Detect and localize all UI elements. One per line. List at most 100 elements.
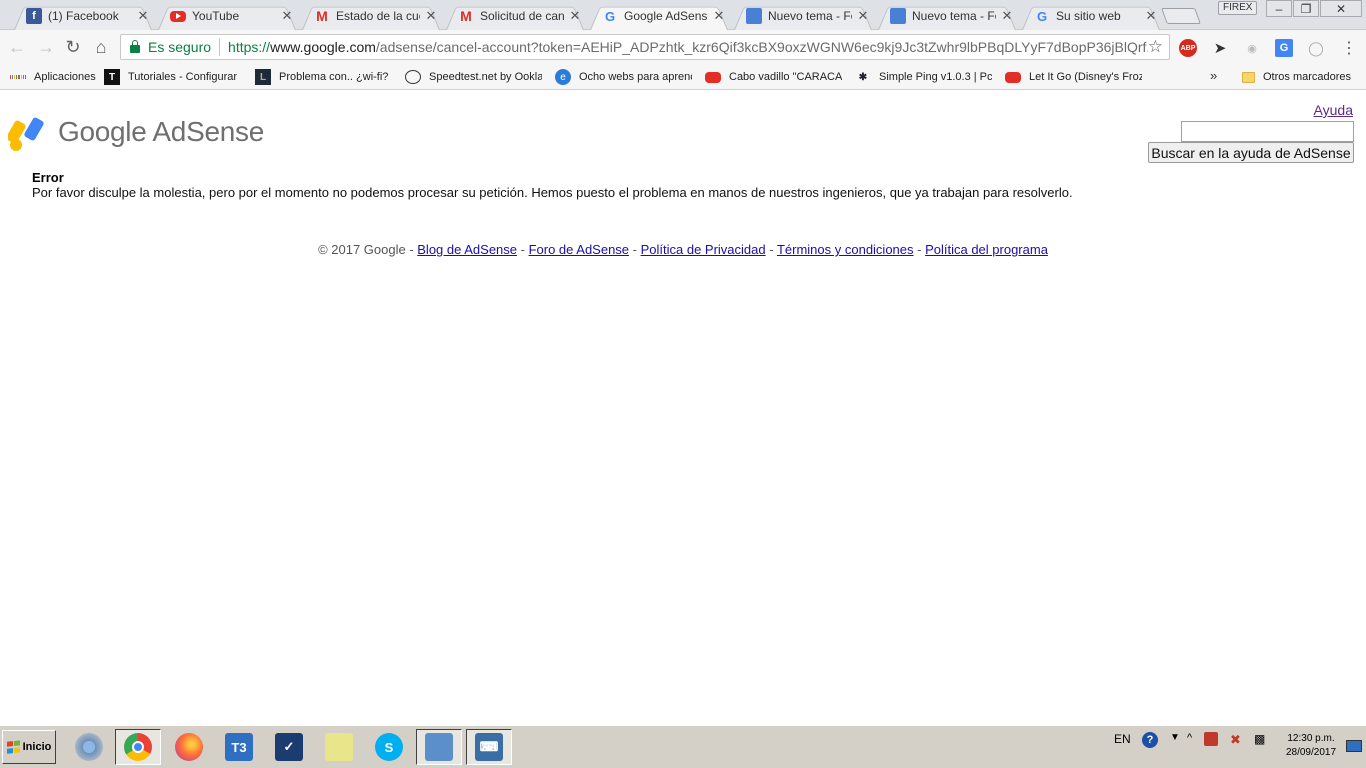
url-path: /adsense/cancel-account?token=AEHiP_ADPz… [375, 39, 1148, 55]
taskbar-chrome[interactable] [115, 729, 161, 765]
bookmark-otros-marcadores[interactable]: Otros marcadores [1242, 68, 1358, 86]
footer-separator: - [517, 242, 529, 257]
tab-nuevo-tema-1[interactable]: Nuevo tema - Fo ✕ [728, 2, 878, 30]
profile-button[interactable]: FIREX [1218, 1, 1258, 15]
extension-icon[interactable]: ◉ [1243, 39, 1261, 57]
close-icon[interactable]: ✕ [424, 8, 438, 24]
home-icon[interactable]: ⌂ [90, 36, 112, 58]
tray-toggle-icon[interactable]: ▼ [1170, 732, 1180, 743]
help-link[interactable]: Ayuda [1314, 102, 1353, 118]
footer-separator: - [913, 242, 926, 257]
address-bar[interactable]: Es seguro https://www.google.com/adsense… [120, 34, 1170, 60]
volume-muted-icon[interactable]: ✖ [1230, 732, 1241, 748]
url-scheme: https:// [228, 39, 271, 55]
tab-label: Estado de la cuen [336, 9, 420, 23]
taskbar-firefox[interactable] [166, 729, 212, 765]
page-content: Google AdSense Ayuda Buscar en la ayuda … [0, 91, 1366, 725]
reload-icon[interactable]: ↻ [62, 36, 84, 58]
bookmark-simple-ping[interactable]: ✱ Simple Ping v1.0.3 | Pc [855, 68, 992, 86]
send-icon[interactable]: ➤ [1211, 39, 1229, 57]
speedtest-icon [405, 70, 421, 84]
close-icon[interactable]: ✕ [136, 8, 150, 24]
control-panel-icon [425, 733, 453, 761]
adblock-plus-icon[interactable]: ABP [1179, 39, 1197, 57]
bookmark-label: Cabo vadillo "CARACAS [729, 71, 842, 83]
gmail-icon: M [316, 8, 328, 24]
taskbar-chrome-old[interactable] [66, 729, 112, 765]
close-window-button[interactable]: ✕ [1320, 0, 1362, 17]
bookmark-star-icon[interactable]: ☆ [1148, 37, 1163, 57]
tray-expand-icon[interactable]: ^ [1187, 732, 1192, 744]
tab-youtube[interactable]: YouTube ✕ [152, 2, 302, 30]
footer: © 2017 Google - Blog de AdSense - Foro d… [0, 242, 1366, 257]
bookmark-apps[interactable]: Aplicaciones [10, 68, 100, 86]
tab-nuevo-tema-2[interactable]: Nuevo tema - Fo ✕ [872, 2, 1022, 30]
close-icon[interactable]: ✕ [856, 8, 870, 24]
google-translate-icon[interactable]: G [1275, 39, 1293, 57]
close-icon[interactable]: ✕ [1000, 8, 1014, 24]
adsense-logo[interactable]: Google AdSense [8, 113, 264, 151]
bookmark-label: Let It Go (Disney's Froz [1029, 71, 1142, 83]
chrome-center-icon [132, 741, 144, 753]
google-icon: G [604, 8, 616, 24]
bookmark-speedtest[interactable]: Speedtest.net by Ookla [405, 68, 542, 86]
bookmark-label: Speedtest.net by Ookla [429, 71, 542, 83]
help-search-input[interactable] [1181, 121, 1354, 142]
restore-button[interactable]: ❐ [1293, 0, 1319, 17]
bookmark-label: Problema con.. ¿wi-fi? [279, 71, 389, 83]
taskbar-tool[interactable]: ✓ [266, 729, 312, 765]
close-icon[interactable]: ✕ [712, 8, 726, 24]
help-icon[interactable]: ? [1142, 732, 1158, 748]
bookmark-tutoriales[interactable]: T Tutoriales - Configurar [104, 68, 240, 86]
bookmark-let-it-go[interactable]: Let It Go (Disney's Froz [1005, 68, 1142, 86]
logo-text: Google AdSense [58, 116, 264, 147]
tab-gmail-estado[interactable]: M Estado de la cuen ✕ [296, 2, 446, 30]
tab-label: Nuevo tema - Fo [768, 9, 852, 23]
back-icon[interactable]: ← [6, 36, 28, 58]
windows-icon [6, 740, 21, 754]
system-clock[interactable]: 12:30 p.m. 28/09/2017 [1276, 732, 1346, 760]
antivirus-icon[interactable] [1204, 732, 1218, 746]
new-tab-button[interactable] [1161, 8, 1201, 24]
bookmark-ocho-webs[interactable]: e Ocho webs para aprenc [555, 68, 692, 86]
tab-label: YouTube [192, 9, 240, 23]
bookmark-label: Otros marcadores [1263, 71, 1352, 83]
bookmarks-overflow-button[interactable]: » [1210, 68, 1217, 83]
keyboard-icon: ⌨ [475, 733, 503, 761]
tag-icon[interactable]: ◯ [1307, 39, 1325, 57]
taskbar-t3[interactable]: T3 [216, 729, 262, 765]
show-desktop-icon[interactable] [1346, 740, 1362, 752]
footer-link-privacy[interactable]: Política de Privacidad [641, 242, 766, 257]
close-icon[interactable]: ✕ [568, 8, 582, 24]
menu-icon[interactable]: ⋮ [1340, 39, 1358, 57]
tab-label: Solicitud de canc [480, 9, 564, 23]
footer-link-program-policy[interactable]: Política del programa [925, 242, 1048, 257]
taskbar-skype[interactable]: S [366, 729, 412, 765]
help-search-button[interactable]: Buscar en la ayuda de AdSense [1148, 142, 1354, 163]
bookmark-cabo-vadillo[interactable]: Cabo vadillo "CARACAS [705, 68, 842, 86]
bookmark-problema-wifi[interactable]: L Problema con.. ¿wi-fi? [255, 68, 391, 86]
forward-icon[interactable]: → [35, 36, 57, 58]
tab-google-adsense[interactable]: G Google AdSense ✕ [584, 2, 734, 30]
tab-gmail-solicitud[interactable]: M Solicitud de canc ✕ [440, 2, 590, 30]
language-indicator[interactable]: EN [1114, 732, 1131, 746]
footer-link-terms[interactable]: Términos y condiciones [777, 242, 914, 257]
minimize-button[interactable]: – [1266, 0, 1292, 17]
taskbar: Inicio T3 ✓ S ⌨ EN ? ▼ ^ ✖ ▩ 12:30 p.m. … [0, 725, 1366, 768]
close-icon[interactable]: ✕ [280, 8, 294, 24]
taskbar-keyboard[interactable]: ⌨ [466, 729, 512, 765]
footer-link-forum[interactable]: Foro de AdSense [529, 242, 629, 257]
t3-icon: T3 [225, 733, 253, 761]
taskbar-control-panel[interactable] [416, 729, 462, 765]
url-host: www.google.com [270, 39, 376, 55]
network-icon[interactable]: ▩ [1254, 732, 1265, 746]
url-text[interactable]: https://www.google.com/adsense/cancel-ac… [228, 39, 1148, 55]
footer-link-blog[interactable]: Blog de AdSense [417, 242, 517, 257]
start-button[interactable]: Inicio [2, 730, 56, 764]
tab-su-sitio-web[interactable]: G Su sitio web ✕ [1016, 2, 1166, 30]
web-icon: e [555, 69, 571, 85]
taskbar-sticky-notes[interactable] [316, 729, 362, 765]
tab-facebook[interactable]: f (1) Facebook ✕ [8, 2, 158, 30]
close-icon[interactable]: ✕ [1144, 8, 1158, 24]
folder-icon [1242, 71, 1255, 83]
